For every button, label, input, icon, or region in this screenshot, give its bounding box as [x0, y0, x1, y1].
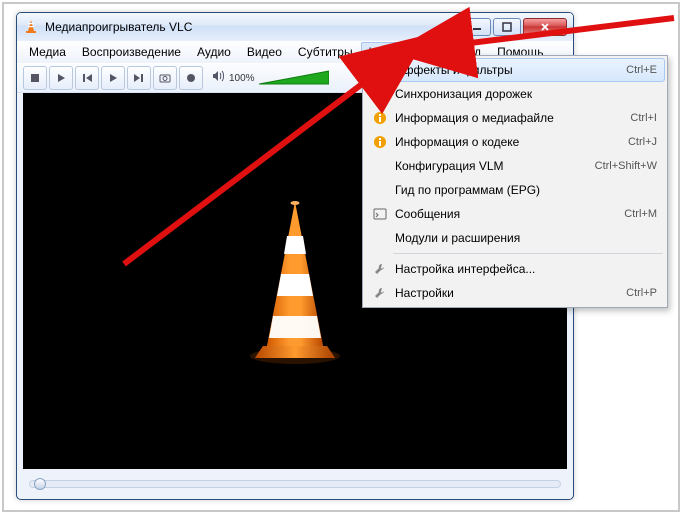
seek-knob[interactable]: [34, 478, 46, 490]
terminal-icon: [369, 207, 391, 221]
prev-button[interactable]: [75, 66, 99, 90]
volume-control: 100%: [211, 69, 329, 88]
dd-label: Настройки: [391, 286, 626, 300]
dd-label: Сообщения: [391, 207, 624, 221]
dd-shortcut: Ctrl+J: [628, 136, 661, 148]
seek-bar-area: [23, 475, 567, 493]
tools-dropdown: Эффекты и фильтры Ctrl+E Синхронизация д…: [362, 55, 668, 308]
menu-playback[interactable]: Воспроизведение: [74, 42, 189, 63]
window-controls: [463, 18, 567, 36]
dd-label: Гид по программам (EPG): [391, 183, 657, 197]
menu-codec-info[interactable]: Информация о кодеке Ctrl+J: [365, 130, 665, 154]
wrench-icon: [369, 262, 391, 276]
menu-epg[interactable]: Гид по программам (EPG): [365, 178, 665, 202]
menu-subtitles[interactable]: Субтитры: [290, 42, 361, 63]
menu-video[interactable]: Видео: [239, 42, 290, 63]
dd-shortcut: Ctrl+E: [626, 64, 661, 76]
dd-shortcut: Ctrl+Shift+W: [595, 160, 661, 172]
record-button[interactable]: [179, 66, 203, 90]
dd-label: Конфигурация VLM: [391, 159, 595, 173]
speaker-icon[interactable]: [211, 69, 225, 88]
menu-effects-filters[interactable]: Эффекты и фильтры Ctrl+E: [365, 58, 665, 82]
info-icon: [369, 111, 391, 125]
equalizer-icon: [369, 63, 391, 77]
menu-audio[interactable]: Аудио: [189, 42, 239, 63]
dd-label: Модули и расширения: [391, 231, 657, 245]
dd-shortcut: Ctrl+I: [630, 112, 661, 124]
app-container: Медиапроигрыватель VLC Медиа Воспроизвед…: [2, 2, 680, 512]
menu-media-info[interactable]: Информация о медиафайле Ctrl+I: [365, 106, 665, 130]
menu-customize-interface[interactable]: Настройка интерфейса...: [365, 257, 665, 281]
dd-label: Синхронизация дорожек: [391, 87, 657, 101]
window-title: Медиапроигрыватель VLC: [45, 20, 463, 34]
play2-button[interactable]: [101, 66, 125, 90]
wrench-icon: [369, 286, 391, 300]
stop-button[interactable]: [23, 66, 47, 90]
dd-shortcut: Ctrl+M: [624, 208, 661, 220]
dd-label: Настройка интерфейса...: [391, 262, 657, 276]
next-button[interactable]: [127, 66, 151, 90]
menu-track-sync[interactable]: Синхронизация дорожек: [365, 82, 665, 106]
volume-slider[interactable]: [259, 69, 329, 87]
seek-slider[interactable]: [29, 480, 561, 488]
dd-label: Информация о медиафайле: [391, 111, 630, 125]
menu-vlm-config[interactable]: Конфигурация VLM Ctrl+Shift+W: [365, 154, 665, 178]
vlc-cone-logo-icon: [235, 196, 355, 366]
dropdown-separator: [393, 253, 663, 254]
volume-percent: 100%: [229, 73, 255, 84]
info-icon: [369, 135, 391, 149]
snapshot-button[interactable]: [153, 66, 177, 90]
dd-label: Эффекты и фильтры: [391, 63, 626, 77]
menu-messages[interactable]: Сообщения Ctrl+M: [365, 202, 665, 226]
maximize-button[interactable]: [493, 18, 521, 36]
play-button[interactable]: [49, 66, 73, 90]
close-button[interactable]: [523, 18, 567, 36]
menu-preferences[interactable]: Настройки Ctrl+P: [365, 281, 665, 305]
menu-plugins[interactable]: Модули и расширения: [365, 226, 665, 250]
dd-label: Информация о кодеке: [391, 135, 628, 149]
titlebar: Медиапроигрыватель VLC: [17, 13, 573, 41]
minimize-button[interactable]: [463, 18, 491, 36]
sync-icon: [369, 87, 391, 101]
vlc-cone-icon: [23, 19, 39, 35]
menu-media[interactable]: Медиа: [21, 42, 74, 63]
dd-shortcut: Ctrl+P: [626, 287, 661, 299]
